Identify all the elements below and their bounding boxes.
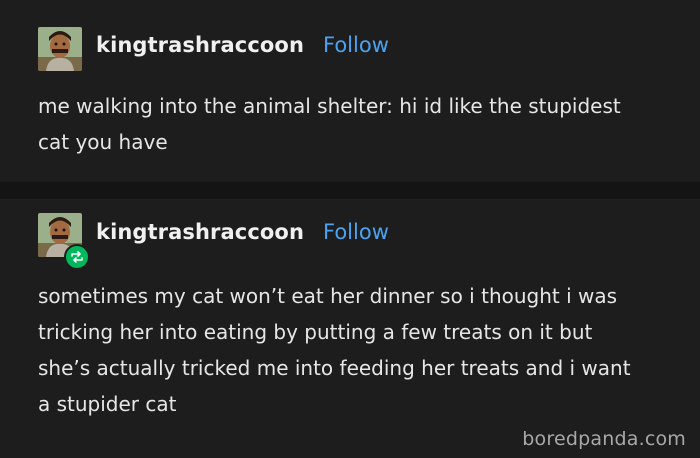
post-username[interactable]: kingtrashraccoon <box>96 220 304 244</box>
avatar-icon <box>38 27 82 71</box>
follow-button[interactable]: Follow <box>323 220 389 244</box>
follow-button[interactable]: Follow <box>323 33 389 57</box>
post-text: me walking into the animal shelter: hi i… <box>38 94 621 154</box>
post-text: sometimes my cat won’t eat her dinner so… <box>38 284 631 416</box>
reblog-icon <box>64 244 90 270</box>
watermark: boredpanda.com <box>522 428 686 450</box>
post-reblog: kingtrashraccoon Follow sometimes my cat… <box>0 199 700 458</box>
avatar[interactable] <box>38 27 82 71</box>
post-username[interactable]: kingtrashraccoon <box>96 33 304 57</box>
post-divider <box>0 182 700 199</box>
post-original: kingtrashraccoon Follow me walking into … <box>0 0 700 182</box>
